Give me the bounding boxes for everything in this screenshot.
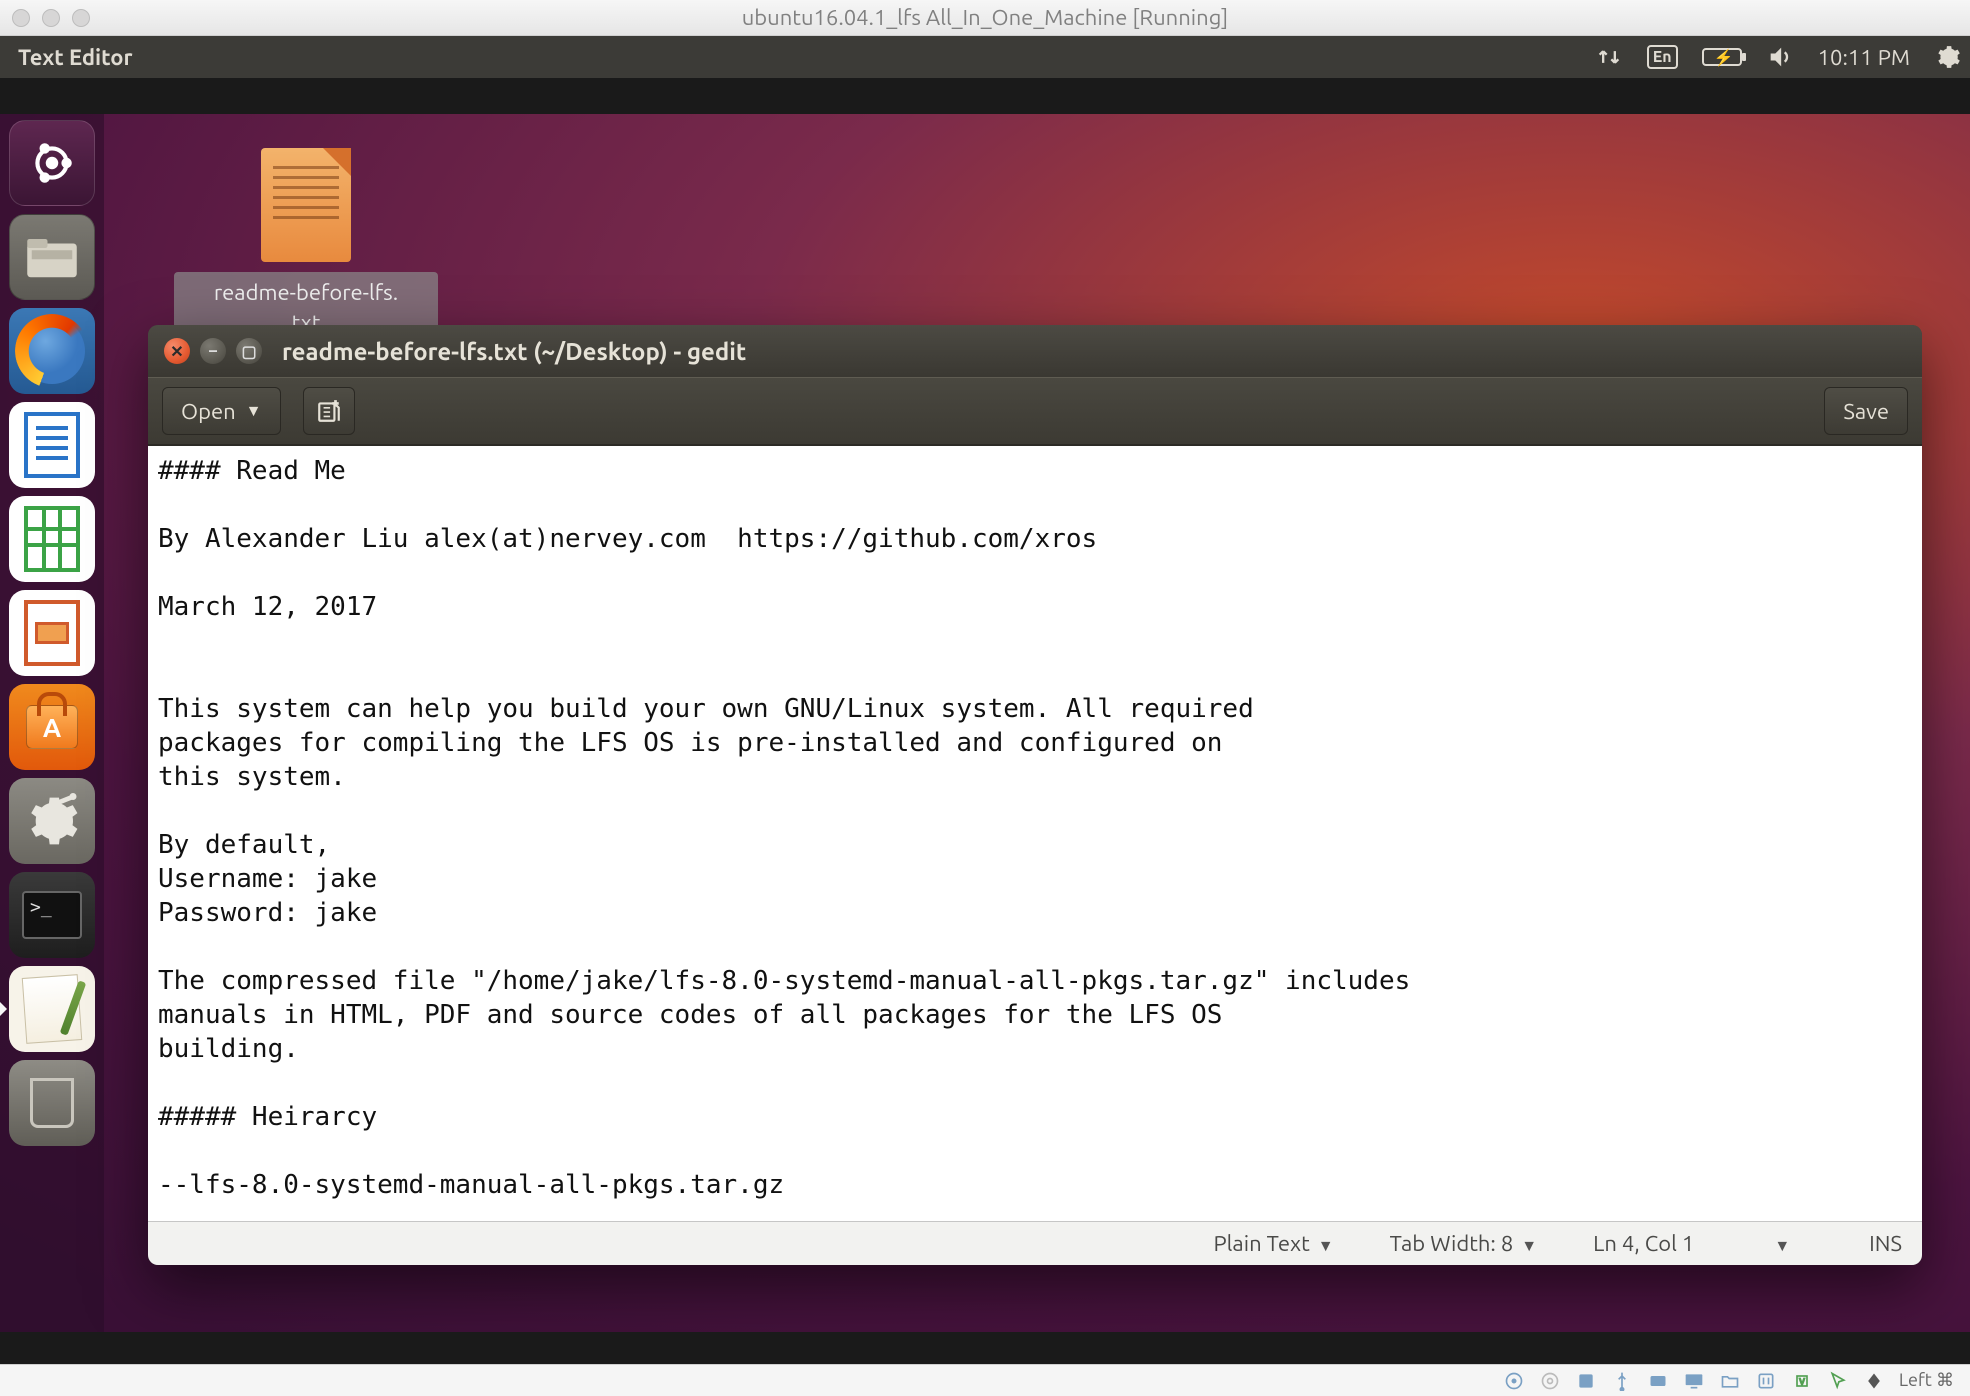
status-insert-mode[interactable]: INS (1869, 1231, 1902, 1256)
vb-shared-folders-icon[interactable] (1719, 1370, 1741, 1392)
save-button-label: Save (1843, 399, 1889, 424)
vb-cpu-icon[interactable]: V (1791, 1370, 1813, 1392)
launcher-writer[interactable] (9, 402, 95, 488)
window-maximize-button[interactable]: ▢ (236, 338, 262, 364)
text-file-icon (261, 148, 351, 262)
open-button-label: Open (181, 399, 236, 424)
launcher-software[interactable] (9, 684, 95, 770)
host-minimize-button[interactable] (42, 9, 60, 27)
chevron-down-icon: ▼ (1521, 1237, 1537, 1255)
launcher-firefox[interactable] (9, 308, 95, 394)
host-statusbar: V Left ⌘ (0, 1364, 1970, 1396)
svg-text:V: V (1799, 1376, 1805, 1386)
status-language-mode[interactable]: Plain Text▼ (1213, 1231, 1333, 1256)
chevron-down-icon: ▼ (1318, 1237, 1334, 1255)
launcher: >_ (0, 114, 104, 1332)
launcher-settings[interactable] (9, 778, 95, 864)
gedit-title: readme-before-lfs.txt (~/Desktop) - gedi… (282, 338, 746, 365)
gedit-toolbar: Open ▼ Save (148, 377, 1922, 445)
launcher-terminal[interactable]: >_ (9, 872, 95, 958)
vb-display-icon[interactable] (1683, 1370, 1705, 1392)
save-button[interactable]: Save (1824, 387, 1908, 435)
launcher-trash[interactable] (9, 1060, 95, 1146)
editor-textarea[interactable]: #### Read Me By Alexander Liu alex(at)ne… (148, 445, 1922, 1221)
chevron-down-icon: ▼ (1774, 1237, 1790, 1255)
host-titlebar: ubuntu16.04.1_lfs All_In_One_Machine [Ru… (0, 0, 1970, 36)
clock[interactable]: 10:11 PM (1818, 45, 1910, 70)
launcher-dash[interactable] (9, 120, 95, 206)
input-language-indicator[interactable]: En (1647, 45, 1678, 69)
traffic-lights (12, 9, 90, 27)
network-icon[interactable] (1595, 43, 1623, 71)
sound-icon[interactable] (1766, 43, 1794, 71)
launcher-impress[interactable] (9, 590, 95, 676)
new-tab-button[interactable] (303, 387, 355, 435)
vb-network-icon[interactable] (1647, 1370, 1669, 1392)
gedit-window: ✕ – ▢ readme-before-lfs.txt (~/Desktop) … (148, 325, 1922, 1265)
launcher-calc[interactable] (9, 496, 95, 582)
vb-audio-icon[interactable] (1575, 1370, 1597, 1392)
host-close-button[interactable] (12, 9, 30, 27)
gear-icon[interactable] (1934, 43, 1962, 71)
battery-icon[interactable]: ⚡ (1702, 48, 1742, 66)
window-minimize-button[interactable]: – (200, 338, 226, 364)
host-key-label: Left ⌘ (1899, 1370, 1954, 1391)
launcher-files[interactable] (9, 214, 95, 300)
vb-mouse-integration-icon[interactable] (1827, 1370, 1849, 1392)
host-window-title: ubuntu16.04.1_lfs All_In_One_Machine [Ru… (0, 5, 1970, 30)
vb-hostkey-icon[interactable] (1863, 1370, 1885, 1392)
window-close-button[interactable]: ✕ (164, 338, 190, 364)
desktop-file[interactable]: readme-before-lfs. txt (174, 148, 438, 343)
vb-usb-icon[interactable] (1611, 1370, 1633, 1392)
desktop[interactable]: >_ readme-before-lfs. txt ✕ – ▢ readme-b… (0, 114, 1970, 1332)
status-cursor-position[interactable]: Ln 4, Col 1▼ (1593, 1231, 1813, 1256)
ubuntu-topbar: Text Editor En ⚡ 10:11 PM (0, 36, 1970, 78)
vb-hdd-icon[interactable] (1503, 1370, 1525, 1392)
status-tab-width[interactable]: Tab Width: 8▼ (1390, 1231, 1538, 1256)
launcher-gedit[interactable] (9, 966, 95, 1052)
gedit-titlebar[interactable]: ✕ – ▢ readme-before-lfs.txt (~/Desktop) … (148, 325, 1922, 377)
chevron-down-icon: ▼ (246, 402, 262, 421)
vm-viewport: Text Editor En ⚡ 10:11 PM (0, 36, 1970, 1364)
open-button[interactable]: Open ▼ (162, 387, 281, 435)
gedit-statusbar: Plain Text▼ Tab Width: 8▼ Ln 4, Col 1▼ I… (148, 1221, 1922, 1265)
host-zoom-button[interactable] (72, 9, 90, 27)
vb-recording-icon[interactable] (1755, 1370, 1777, 1392)
vb-optical-icon[interactable] (1539, 1370, 1561, 1392)
app-menu-title[interactable]: Text Editor (8, 45, 133, 70)
